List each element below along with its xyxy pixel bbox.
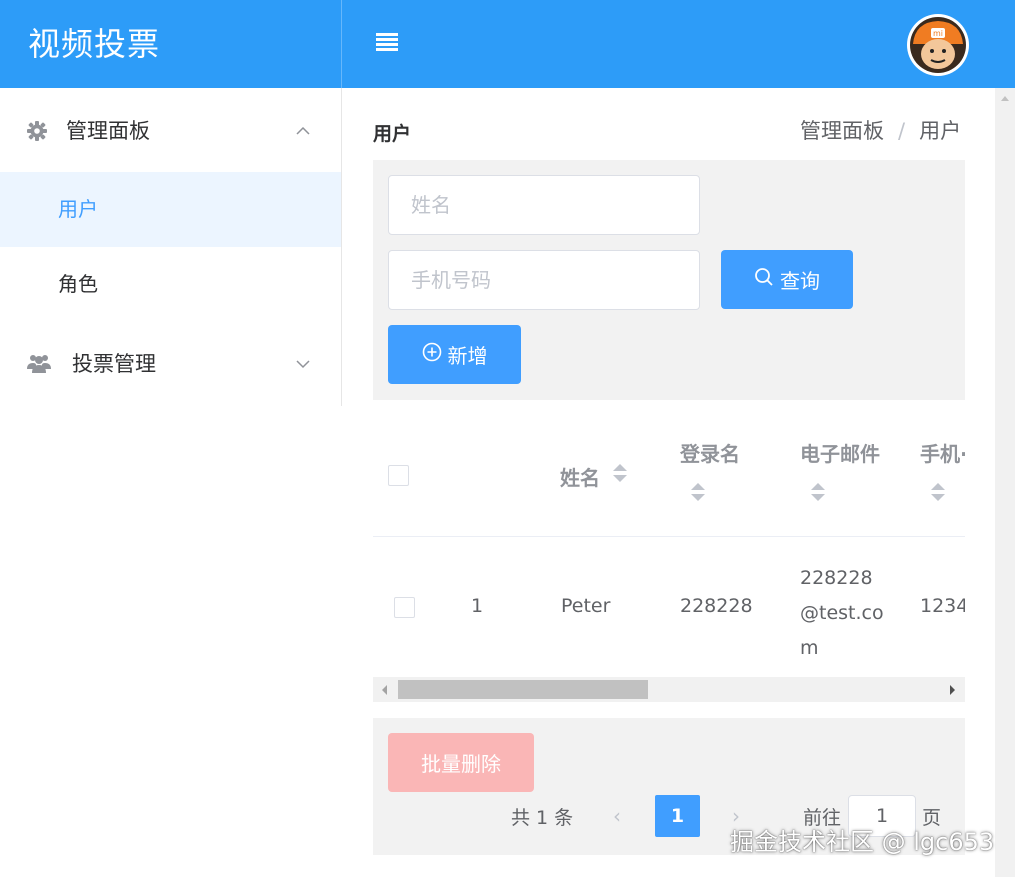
- table-header: 姓名 登录名 电子邮件 手机·: [373, 400, 965, 537]
- pagination-prev-icon[interactable]: ‹: [597, 795, 637, 837]
- breadcrumb-item-dashboard[interactable]: 管理面板: [800, 119, 884, 143]
- page-title: 用户: [373, 123, 412, 145]
- batch-delete-label: 批量删除: [421, 752, 501, 776]
- query-button-label: 查询: [780, 269, 820, 293]
- vertical-scrollbar[interactable]: [995, 88, 1015, 877]
- sidebar-group-dashboard[interactable]: 管理面板: [0, 88, 341, 172]
- breadcrumb-separator: /: [898, 119, 906, 143]
- table-row: 1 Peter 228228 228228 @test.co m 1234: [373, 537, 965, 677]
- sort-icon[interactable]: [613, 464, 627, 484]
- name-search-input[interactable]: [388, 175, 700, 235]
- add-button[interactable]: 新增: [388, 325, 521, 384]
- menu-icon[interactable]: [376, 33, 400, 53]
- sidebar-group-vote-management[interactable]: 投票管理: [0, 322, 341, 404]
- pagination-page-1[interactable]: 1: [655, 795, 700, 837]
- sidebar-item-users[interactable]: 用户: [0, 172, 341, 247]
- cell-phone: 1234: [920, 595, 965, 617]
- sort-icon[interactable]: [931, 483, 945, 503]
- top-header: 视频投票 mi: [0, 0, 1015, 88]
- sidebar-group-label: 管理面板: [66, 119, 150, 143]
- breadcrumb-item-users: 用户: [919, 119, 962, 143]
- search-icon: [754, 267, 774, 292]
- select-all-checkbox[interactable]: [388, 465, 409, 486]
- sidebar: 管理面板 用户 角色 投票管理: [0, 88, 342, 406]
- query-button[interactable]: 查询: [721, 250, 853, 309]
- cell-email-line: @test.co: [800, 602, 884, 624]
- row-checkbox[interactable]: [394, 597, 415, 618]
- cell-login: 228228: [680, 595, 753, 617]
- scrollbar-thumb[interactable]: [398, 680, 648, 699]
- avatar-icon[interactable]: mi: [907, 14, 969, 76]
- sidebar-item-roles[interactable]: 角色: [0, 247, 341, 322]
- users-icon: [27, 352, 51, 374]
- horizontal-scrollbar[interactable]: [373, 677, 965, 702]
- batch-delete-button[interactable]: 批量删除: [388, 733, 534, 792]
- column-header-phone[interactable]: 手机·: [920, 438, 965, 467]
- cell-email-line: 228228: [800, 567, 873, 589]
- phone-search-input[interactable]: [388, 250, 700, 310]
- watermark: 掘金技术社区 @ lgc653: [730, 828, 995, 856]
- scroll-up-icon[interactable]: [1001, 96, 1009, 101]
- chevron-down-icon: [295, 354, 311, 373]
- user-table: 姓名 登录名 电子邮件 手机· 1 Peter 228228 228228 @t…: [373, 400, 965, 677]
- sidebar-group-label: 投票管理: [72, 352, 156, 376]
- row-index: 1: [471, 595, 484, 617]
- add-button-label: 新增: [447, 344, 488, 368]
- scroll-right-icon[interactable]: [950, 685, 955, 695]
- cell-email-line: m: [800, 637, 819, 659]
- cell-name: Peter: [561, 595, 611, 617]
- pagination-total: 共 1 条: [511, 807, 574, 829]
- plus-circle-icon: [422, 342, 442, 367]
- column-header-name[interactable]: 姓名: [560, 462, 600, 491]
- scroll-left-icon[interactable]: [382, 685, 387, 695]
- gear-icon: [26, 120, 48, 142]
- app-title: 视频投票: [0, 0, 342, 88]
- column-header-email[interactable]: 电子邮件: [800, 438, 880, 467]
- breadcrumb: 管理面板 / 用户: [800, 115, 961, 145]
- chevron-up-icon: [295, 121, 311, 140]
- sort-icon[interactable]: [691, 483, 705, 503]
- svg-text:mi: mi: [933, 29, 943, 38]
- app: 视频投票 mi 管理面板 用户 角色 投票管理 用户 管理面板 / 用户 姓名 …: [0, 0, 1015, 877]
- cell-email: 228228 @test.co m: [800, 561, 884, 666]
- sort-icon[interactable]: [811, 483, 825, 503]
- column-header-login[interactable]: 登录名: [680, 438, 740, 467]
